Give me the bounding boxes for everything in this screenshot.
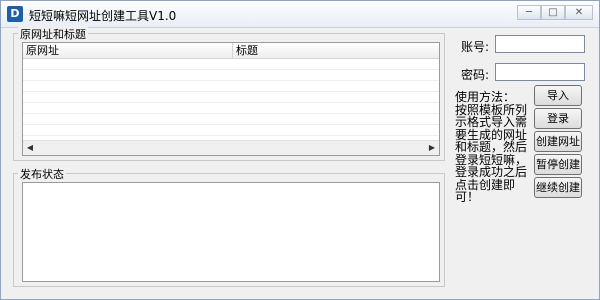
scroll-left-icon[interactable]: ◀ — [24, 142, 36, 154]
status-group: 发布状态 — [13, 166, 445, 287]
title-bar: D 短短嘛短网址创建工具V1.0 ─ □ ✕ — [1, 1, 599, 28]
app-window: D 短短嘛短网址创建工具V1.0 ─ □ ✕ 原网址和标题 原网址 标题 ◀ ▶ — [0, 0, 600, 300]
password-label: 密码: — [461, 68, 490, 82]
resume-create-button[interactable]: 继续创建 — [534, 177, 582, 198]
account-input[interactable] — [495, 35, 585, 53]
table-row[interactable] — [23, 125, 439, 136]
column-title[interactable]: 标题 — [233, 43, 439, 58]
maximize-button[interactable]: □ — [541, 5, 565, 20]
app-icon: D — [7, 6, 23, 22]
status-log[interactable] — [22, 182, 440, 282]
login-button[interactable]: 登录 — [534, 108, 582, 129]
create-url-button[interactable]: 创建网址 — [534, 131, 582, 152]
url-list-header: 原网址 标题 — [23, 43, 439, 59]
close-button[interactable]: ✕ — [565, 5, 593, 20]
url-list[interactable]: 原网址 标题 ◀ ▶ — [22, 42, 440, 156]
minimize-button[interactable]: ─ — [517, 5, 541, 20]
pause-create-button[interactable]: 暂停创建 — [534, 154, 582, 175]
table-row[interactable] — [23, 70, 439, 81]
table-row[interactable] — [23, 92, 439, 103]
column-original-url[interactable]: 原网址 — [23, 43, 233, 58]
table-row[interactable] — [23, 59, 439, 70]
scroll-right-icon[interactable]: ▶ — [426, 142, 438, 154]
table-row[interactable] — [23, 81, 439, 92]
account-label: 账号: — [461, 40, 490, 54]
status-group-label: 发布状态 — [18, 166, 66, 182]
instructions-text: 使用方法： 按照模板所列示格式导入需要生成的网址和标题，然后登录短短嘛，登录成功… — [455, 90, 534, 204]
table-row[interactable] — [23, 114, 439, 125]
import-button[interactable]: 导入 — [534, 85, 582, 106]
window-title: 短短嘛短网址创建工具V1.0 — [29, 9, 177, 23]
table-row[interactable] — [23, 103, 439, 114]
horizontal-scrollbar[interactable]: ◀ ▶ — [23, 140, 439, 155]
url-group-label: 原网址和标题 — [18, 26, 88, 42]
password-input[interactable] — [495, 63, 585, 81]
url-group: 原网址和标题 原网址 标题 ◀ ▶ — [13, 26, 445, 161]
